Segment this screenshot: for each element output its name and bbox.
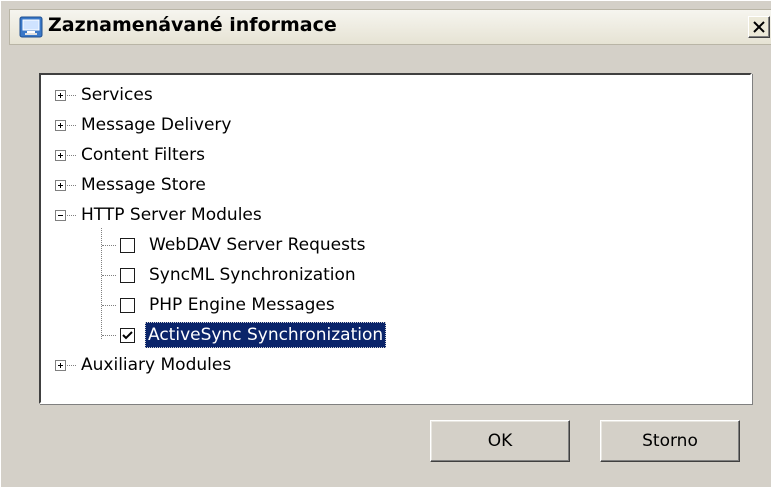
close-button[interactable] [748,16,770,38]
tree-connector [102,335,116,336]
checkbox-checked[interactable] [120,328,135,343]
tree-item-label: Services [81,85,153,105]
tree-item-label: WebDAV Server Requests [149,235,366,255]
tree-item-label: Auxiliary Modules [81,355,232,375]
tree-item-label: PHP Engine Messages [149,295,335,315]
tree-item-label: ActiveSync Synchronization [145,322,387,348]
checkmark-icon [122,331,133,340]
tree-connector [102,245,116,246]
cancel-button[interactable]: Storno [600,420,740,462]
tree-connector [102,305,116,306]
checkbox[interactable] [120,238,135,253]
expand-icon[interactable] [55,120,66,131]
expand-icon[interactable] [55,360,66,371]
tree-item-label: HTTP Server Modules [81,205,262,225]
expand-icon[interactable] [55,90,66,101]
tree-connector [67,365,76,366]
tree-item-label: Content Filters [81,145,205,165]
checkbox[interactable] [120,298,135,313]
tree-connector [67,155,76,156]
tree-view[interactable]: Services Message Delivery Content Filter… [39,73,752,404]
monitor-icon [19,16,43,38]
expand-icon[interactable] [55,150,66,161]
tree-item-label: Message Store [81,175,206,195]
checkbox[interactable] [120,268,135,283]
tree-connector [67,185,76,186]
tree-item-label: SyncML Synchronization [149,265,356,285]
expand-icon[interactable] [55,180,66,191]
tree-connector [102,275,116,276]
ok-button[interactable]: OK [430,420,570,462]
dialog-window: Zaznamenávané informace Services Message… [0,0,771,487]
dialog-title: Zaznamenávané informace [48,14,337,36]
tree-item-label: Message Delivery [81,115,232,135]
close-icon [753,21,765,33]
title-bar[interactable]: Zaznamenávané informace [9,9,771,45]
tree-connector [67,215,76,216]
collapse-icon[interactable] [55,210,66,221]
tree-connector [67,95,76,96]
tree-connector [67,125,76,126]
